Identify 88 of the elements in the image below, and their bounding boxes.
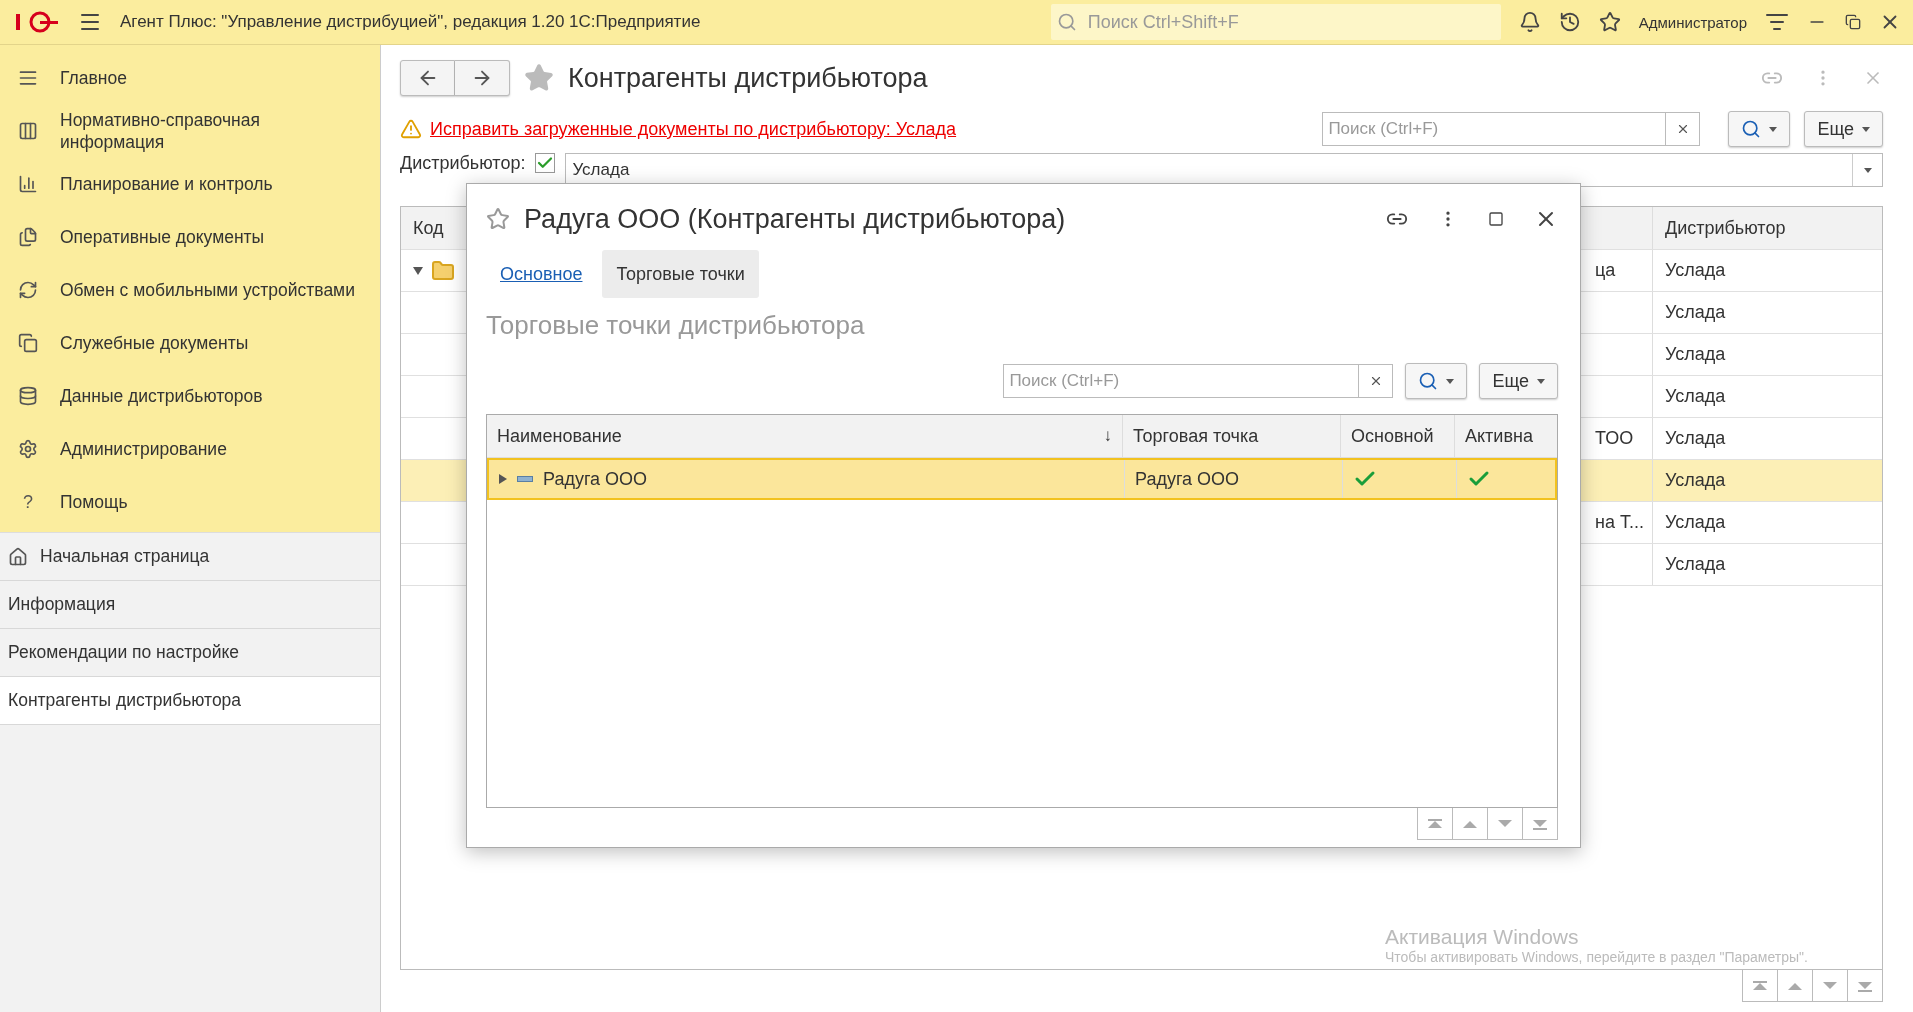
- table-cell: Радуга ООО: [543, 468, 648, 490]
- tab[interactable]: Торговые точки: [602, 250, 759, 298]
- table-cell: Услада: [1652, 292, 1882, 333]
- expand-icon[interactable]: [499, 474, 507, 484]
- column-header[interactable]: Активна: [1454, 415, 1557, 457]
- scroll-button[interactable]: [1522, 808, 1558, 840]
- back-button[interactable]: [400, 60, 455, 96]
- caret-icon: [1769, 126, 1778, 132]
- folder-icon: [431, 258, 455, 283]
- search-field[interactable]: Поиск (Ctrl+F): [1003, 364, 1360, 398]
- star-icon[interactable]: [1598, 11, 1621, 33]
- tab[interactable]: Основное: [486, 250, 597, 298]
- open-page-tab[interactable]: Контрагенты дистрибьютора: [0, 677, 380, 725]
- section-icon: [18, 173, 38, 194]
- scroll-down-icon: [1532, 817, 1548, 830]
- table-cell: Услада: [1652, 418, 1882, 459]
- field-label: Дистрибьютор:: [400, 153, 526, 174]
- table-cell: Радуга ООО: [1124, 460, 1342, 498]
- sidebar-item[interactable]: Служебные документы: [0, 316, 380, 369]
- section-icon: [18, 385, 38, 406]
- activation-note: Чтобы активировать Windows, перейдите в раздел "Параметры".: [1385, 949, 1808, 965]
- bell-icon[interactable]: [1518, 11, 1541, 33]
- search-icon: [1056, 12, 1077, 32]
- table-cell-text: на Т...: [1594, 511, 1645, 534]
- scroll-down-icon: [1497, 817, 1513, 830]
- star-icon[interactable]: [486, 207, 510, 231]
- scroll-button[interactable]: [1847, 970, 1883, 1002]
- section-icon: [18, 226, 38, 247]
- scroll-button[interactable]: [1742, 970, 1778, 1002]
- caret-icon: [1537, 378, 1545, 384]
- table-cell: Услада: [1652, 376, 1882, 417]
- item-icon: [517, 476, 533, 482]
- table-cell: Услада: [1652, 334, 1882, 375]
- section-icon: [18, 438, 38, 459]
- scroll-button[interactable]: [1417, 808, 1453, 840]
- search-field[interactable]: Поиск (Ctrl+F): [1322, 112, 1667, 146]
- column-header[interactable]: Наименование ↓: [487, 415, 1122, 457]
- search-icon: [1418, 371, 1439, 391]
- warning-icon: [400, 118, 422, 140]
- scroll-down-icon: [1857, 979, 1873, 992]
- search-button[interactable]: [1728, 111, 1791, 147]
- sidebar-item[interactable]: Администрирование: [0, 422, 380, 475]
- table-cell: Услада: [1652, 460, 1882, 501]
- star-icon[interactable]: [524, 63, 554, 93]
- sidebar-item[interactable]: Данные дистрибьюторов: [0, 369, 380, 422]
- scroll-up-icon: [1752, 979, 1768, 992]
- table-cell: Услада: [1652, 544, 1882, 585]
- sidebar-item[interactable]: Планирование и контроль: [0, 157, 380, 210]
- restore-icon[interactable]: [1845, 14, 1861, 30]
- search-icon: [1741, 119, 1762, 139]
- forward-button[interactable]: [455, 60, 510, 96]
- section-title: Торговые точки дистрибьютора: [486, 310, 866, 342]
- dialog-title: Радуга ООО (Контрагенты дистрибьютора): [524, 203, 1066, 235]
- more-button[interactable]: Еще: [1804, 111, 1883, 147]
- caret-icon: [1863, 167, 1872, 173]
- help-icon: ?: [18, 490, 38, 513]
- column-header[interactable]: Основной: [1340, 415, 1454, 457]
- history-icon[interactable]: [1558, 11, 1581, 33]
- section-icon: [18, 120, 38, 141]
- activation-title: Активация Windows: [1385, 925, 1580, 949]
- window-title: Агент Плюс: "Управление дистрибуцией", редакция 1.20 1С:Предприятие: [120, 12, 701, 32]
- table-cell-text: ТОО: [1594, 427, 1635, 450]
- table-row[interactable]: Радуга ООО Радуга ООО: [487, 458, 1557, 500]
- sidebar-item[interactable]: Оперативные документы: [0, 210, 380, 263]
- search-button[interactable]: [1405, 363, 1468, 399]
- sidebar-item[interactable]: ? Помощь: [0, 475, 380, 528]
- table-cell-text: ца: [1594, 259, 1617, 282]
- section-icon: [18, 332, 38, 353]
- table-cell: Услада: [1652, 502, 1882, 543]
- warning-link[interactable]: Исправить загруженные документы по дистрибьютору: Услада: [430, 118, 957, 140]
- sidebar-item[interactable]: Главное: [0, 51, 380, 104]
- home-icon: [8, 546, 28, 567]
- expand-icon[interactable]: [413, 266, 423, 275]
- user-name[interactable]: Администратор: [1638, 13, 1747, 31]
- scroll-down-icon: [1822, 979, 1838, 992]
- column-header[interactable]: Торговая точка: [1122, 415, 1340, 457]
- section-icon: [18, 279, 38, 300]
- caret-icon: [1862, 126, 1870, 132]
- table-cell: Услада: [1652, 250, 1882, 291]
- sidebar-item[interactable]: Нормативно-справочная информация: [0, 104, 380, 157]
- more-button[interactable]: Еще: [1479, 363, 1558, 399]
- column-header[interactable]: Дистрибьютор: [1652, 207, 1882, 249]
- sidebar-item[interactable]: Обмен с мобильными устройствами: [0, 263, 380, 316]
- maximize-icon[interactable]: [1488, 211, 1504, 227]
- page-title: Контрагенты дистрибьютора: [568, 62, 928, 94]
- scroll-up-icon: [1427, 817, 1443, 830]
- caret-icon: [1446, 378, 1455, 384]
- checkbox[interactable]: [535, 153, 556, 173]
